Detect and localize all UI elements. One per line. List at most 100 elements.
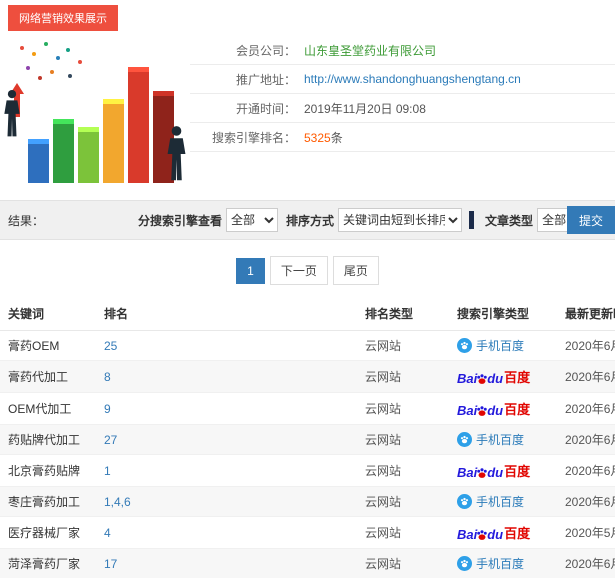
rank-link[interactable]: 9 (104, 402, 111, 416)
result-label: 结果： (8, 212, 44, 229)
engine-label: 手机百度 (476, 555, 524, 572)
sort-filter-label: 排序方式 (286, 212, 334, 229)
table-row: 医疗器械厂家 4 云网站 Baidu百度 2020年5月29日 10:32 (0, 517, 615, 549)
engine-type-cell: 手机百度 (457, 555, 524, 572)
table-row: 药贴牌代加工 27 云网站 手机百度 2020年6月18日 10:25 (0, 425, 615, 455)
results-table: 关键词 排名 排名类型 搜索引擎类型 最新更新时间 膏药OEM 25 云网站 手… (0, 297, 615, 578)
updated-cell: 2020年6月5日 14:57 (565, 402, 615, 416)
engine-type-cell: Baidu百度 (457, 523, 530, 542)
businessman-figure (166, 125, 187, 184)
sort-filter-select[interactable]: 关键词由短到长排序 (338, 208, 462, 232)
bar (103, 99, 124, 183)
keyword-cell: 菏泽膏药厂家 (8, 557, 80, 571)
bar (53, 119, 74, 183)
table-header-row: 关键词 排名 排名类型 搜索引擎类型 最新更新时间 (0, 297, 615, 331)
engine-type-cell: Baidu百度 (457, 367, 530, 386)
info-label: 开通时间： (190, 100, 296, 117)
promotion-url-link[interactable]: http://www.shandonghuangshengtang.cn (304, 72, 521, 86)
member-company-link[interactable]: 山东皇圣堂药业有限公司 (304, 42, 436, 59)
rank-type-cell: 云网站 (365, 526, 401, 540)
info-label: 会员公司： (190, 42, 296, 59)
rank-type-cell: 云网站 (365, 464, 401, 478)
page-title: 网络营销效果展示 (8, 5, 118, 31)
confetti-decoration (20, 46, 24, 50)
rank-link[interactable]: 4 (104, 526, 111, 540)
header-engine-type: 搜索引擎类型 (449, 297, 557, 331)
ranking-count-value: 5325 (304, 131, 331, 145)
filter-bar: 结果： 分搜索引擎查看 全部 排序方式 关键词由短到长排序 文章类型 全部 提交 (0, 200, 615, 240)
updated-cell: 2020年5月29日 10:32 (565, 526, 615, 540)
top-section: 会员公司： 山东皇圣堂药业有限公司 推广地址： http://www.shand… (0, 34, 615, 192)
article-type-label: 文章类型 (485, 212, 533, 229)
baidu-logo: Baidu百度 (457, 367, 530, 386)
rank-link[interactable]: 1,4,6 (104, 495, 131, 509)
mobile-baidu-icon (457, 494, 472, 509)
engine-type-cell: Baidu百度 (457, 461, 530, 480)
rank-link[interactable]: 27 (104, 433, 117, 447)
updated-cell: 2020年6月18日 10:19 (565, 495, 615, 509)
info-row-open-time: 开通时间： 2019年11月20日 09:08 (190, 94, 615, 123)
submit-button[interactable]: 提交 (567, 206, 615, 234)
page-number-current[interactable]: 1 (236, 258, 265, 284)
table-row: 膏药代加工 8 云网站 Baidu百度 2020年6月10日 13:40 (0, 361, 615, 393)
bar-chart-graphic (28, 67, 174, 183)
mobile-baidu-icon (457, 432, 472, 447)
info-row-url: 推广地址： http://www.shandonghuangshengtang.… (190, 65, 615, 94)
updated-cell: 2020年6月9日 17:50 (565, 339, 615, 353)
rank-link[interactable]: 25 (104, 339, 117, 353)
header-updated: 最新更新时间 (557, 297, 615, 331)
engine-label: 手机百度 (476, 337, 524, 354)
rank-type-cell: 云网站 (365, 339, 401, 353)
engine-type-cell: 手机百度 (457, 337, 524, 354)
keyword-cell: 膏药代加工 (8, 370, 68, 384)
last-page-button[interactable]: 尾页 (333, 256, 379, 285)
updated-cell: 2020年6月18日 10:25 (565, 433, 615, 447)
rank-type-cell: 云网站 (365, 433, 401, 447)
info-label: 推广地址： (190, 71, 296, 88)
open-time-value: 2019年11月20日 09:08 (304, 100, 426, 117)
keyword-cell: 枣庄膏药加工 (8, 495, 80, 509)
table-row: 北京膏药贴牌 1 云网站 Baidu百度 2020年6月11日 11:18 (0, 455, 615, 487)
engine-filter-label: 分搜索引擎查看 (138, 212, 222, 229)
rank-link[interactable]: 8 (104, 370, 111, 384)
rank-type-cell: 云网站 (365, 557, 401, 571)
engine-type-cell: 手机百度 (457, 431, 524, 448)
engine-type-cell: 手机百度 (457, 493, 524, 510)
member-info-panel: 会员公司： 山东皇圣堂药业有限公司 推广地址： http://www.shand… (190, 34, 615, 192)
mobile-baidu-icon (457, 338, 472, 353)
engine-filter-select[interactable]: 全部 (226, 208, 278, 232)
engine-label: 手机百度 (476, 431, 524, 448)
bar (28, 139, 49, 183)
bar (128, 67, 149, 183)
filters-group: 分搜索引擎查看 全部 排序方式 关键词由短到长排序 文章类型 全部 (134, 208, 589, 232)
table-row: 膏药OEM 25 云网站 手机百度 2020年6月9日 17:50 (0, 331, 615, 361)
header-rank-type: 排名类型 (357, 297, 449, 331)
rank-type-cell: 云网站 (365, 402, 401, 416)
mobile-baidu-icon (457, 556, 472, 571)
vertical-divider (469, 211, 474, 229)
header-keyword: 关键词 (0, 297, 96, 331)
keyword-cell: 北京膏药贴牌 (8, 464, 80, 478)
pagination: 1 下一页 尾页 (0, 256, 615, 285)
baidu-logo: Baidu百度 (457, 523, 530, 542)
rank-type-cell: 云网站 (365, 370, 401, 384)
table-row: OEM代加工 9 云网站 Baidu百度 2020年6月5日 14:57 (0, 393, 615, 425)
keyword-cell: 药贴牌代加工 (8, 433, 80, 447)
rank-link[interactable]: 17 (104, 557, 117, 571)
rank-type-cell: 云网站 (365, 495, 401, 509)
baidu-logo: Baidu百度 (457, 399, 530, 418)
keyword-cell: OEM代加工 (8, 402, 71, 416)
engine-type-cell: Baidu百度 (457, 399, 530, 418)
engine-label: 手机百度 (476, 493, 524, 510)
keyword-cell: 膏药OEM (8, 339, 59, 353)
keyword-cell: 医疗器械厂家 (8, 526, 80, 540)
rank-link[interactable]: 1 (104, 464, 111, 478)
bar (78, 127, 99, 183)
ranking-count-unit: 条 (331, 131, 343, 145)
next-page-button[interactable]: 下一页 (270, 256, 328, 285)
updated-cell: 2020年6月11日 11:18 (565, 464, 615, 478)
updated-cell: 2020年6月10日 13:40 (565, 370, 615, 384)
table-row: 枣庄膏药加工 1,4,6 云网站 手机百度 2020年6月18日 10:19 (0, 487, 615, 517)
table-row: 菏泽膏药厂家 17 云网站 手机百度 2020年6月11日 11:17 (0, 549, 615, 578)
promo-graphic (0, 34, 190, 192)
